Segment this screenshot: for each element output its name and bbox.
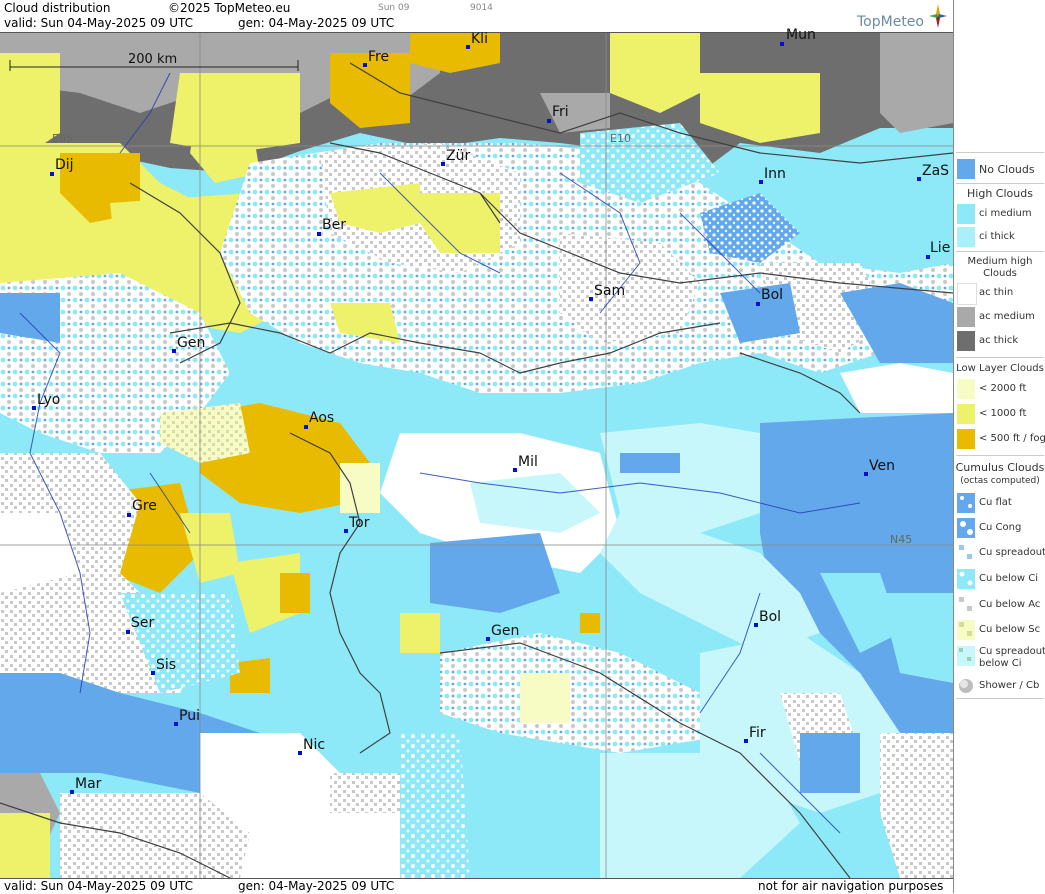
city-label: Inn	[764, 166, 786, 182]
legend-low-title: Low Layer Clouds	[956, 363, 1044, 374]
cloud-map[interactable]	[0, 33, 953, 878]
city-label: Nic	[303, 737, 326, 753]
legend-medium-title-1: Medium high	[967, 256, 1033, 267]
legend-panel: No Clouds High Clouds ci medium ci thick…	[953, 0, 1045, 893]
legend-ac-medium: ac medium	[954, 306, 1045, 328]
city-label: Bol	[759, 609, 782, 625]
legend-cu-spreadout-below-ci: Cu spreadout below Ci	[954, 645, 1045, 673]
day-code: Sun 09	[378, 3, 410, 13]
legend-low-1000: < 1000 ft	[954, 403, 1045, 425]
legend-high-title: High Clouds	[967, 187, 1033, 200]
city-label: Bol	[761, 287, 784, 303]
grid-label-n45: N45	[890, 533, 913, 546]
legend-cu-below-sc: Cu below Sc	[954, 619, 1045, 641]
city-label: Gen	[177, 335, 206, 351]
legend-cu-title: Cumulus Clouds	[955, 461, 1045, 474]
compass-star-icon	[929, 4, 947, 28]
city-label: Sis	[156, 657, 177, 673]
legend-cu-below-ci: Cu below Ci	[954, 568, 1045, 590]
city-label: Ser	[131, 615, 155, 631]
footer-valid-time: valid: Sun 04-May-2025 09 UTC	[4, 879, 193, 893]
scale-label: 200 km	[128, 52, 178, 67]
grid-label-e05: E05	[52, 132, 73, 145]
disclaimer: not for air navigation purposes	[758, 879, 944, 893]
city-label: Zür	[446, 148, 471, 164]
legend-ac-thin: ac thin	[954, 282, 1045, 305]
city-label: Lyo	[37, 392, 61, 408]
topmeteo-logo: TopMeteo	[857, 4, 947, 30]
gen-time: gen: 04-May-2025 09 UTC	[238, 16, 395, 30]
city-label: Mun	[786, 27, 816, 43]
legend-cu-cong: Cu Cong	[954, 517, 1045, 539]
city-label: Fre	[368, 49, 390, 65]
logo-text: TopMeteo	[857, 14, 924, 30]
legend-cu-flat: Cu flat	[954, 492, 1045, 514]
city-label: Fir	[749, 725, 766, 741]
city-label: Gre	[132, 498, 157, 514]
valid-time: valid: Sun 04-May-2025 09 UTC	[4, 16, 193, 30]
legend-cu-sub: (octas computed)	[960, 476, 1040, 486]
city-label: Mar	[75, 776, 102, 792]
city-label: Tor	[349, 515, 370, 531]
city-label: Aos	[309, 410, 335, 426]
grid-label-e10: E10	[610, 132, 631, 145]
legend-ac-thick: ac thick	[954, 330, 1045, 352]
legend-medium-title-2: Clouds	[983, 268, 1017, 279]
legend-shower-cb: Shower / Cb	[954, 675, 1045, 697]
legend-ci-thick: ci thick	[954, 226, 1045, 248]
city-label: Ven	[869, 458, 895, 474]
city-label: Pui	[179, 708, 200, 724]
legend-low-2000: < 2000 ft	[954, 378, 1045, 400]
legend-low-500: < 500 ft / fog	[954, 428, 1045, 450]
city-label: Lie	[930, 240, 951, 256]
city-label: Kli	[471, 31, 488, 47]
copyright: ©2025 TopMeteo.eu	[168, 1, 291, 15]
city-label: Mil	[518, 454, 538, 470]
legend-cu-below-ac: Cu below Ac	[954, 594, 1045, 616]
legend-no-clouds: No Clouds	[954, 158, 1045, 180]
city-label: Dij	[55, 157, 74, 173]
legend-cu-spreadout: Cu spreadout	[954, 542, 1045, 564]
map-footer: valid: Sun 04-May-2025 09 UTC gen: 04-Ma…	[0, 878, 953, 894]
run-code: 9014	[470, 3, 493, 13]
city-label: Ber	[322, 217, 346, 233]
city-label: Sam	[594, 283, 626, 299]
legend-ci-medium: ci medium	[954, 203, 1045, 225]
map-title: Cloud distribution	[4, 1, 111, 15]
city-label: Gen	[491, 623, 520, 639]
footer-gen-time: gen: 04-May-2025 09 UTC	[238, 879, 395, 893]
city-label: ZaS	[922, 163, 950, 179]
city-label: Fri	[552, 104, 569, 120]
